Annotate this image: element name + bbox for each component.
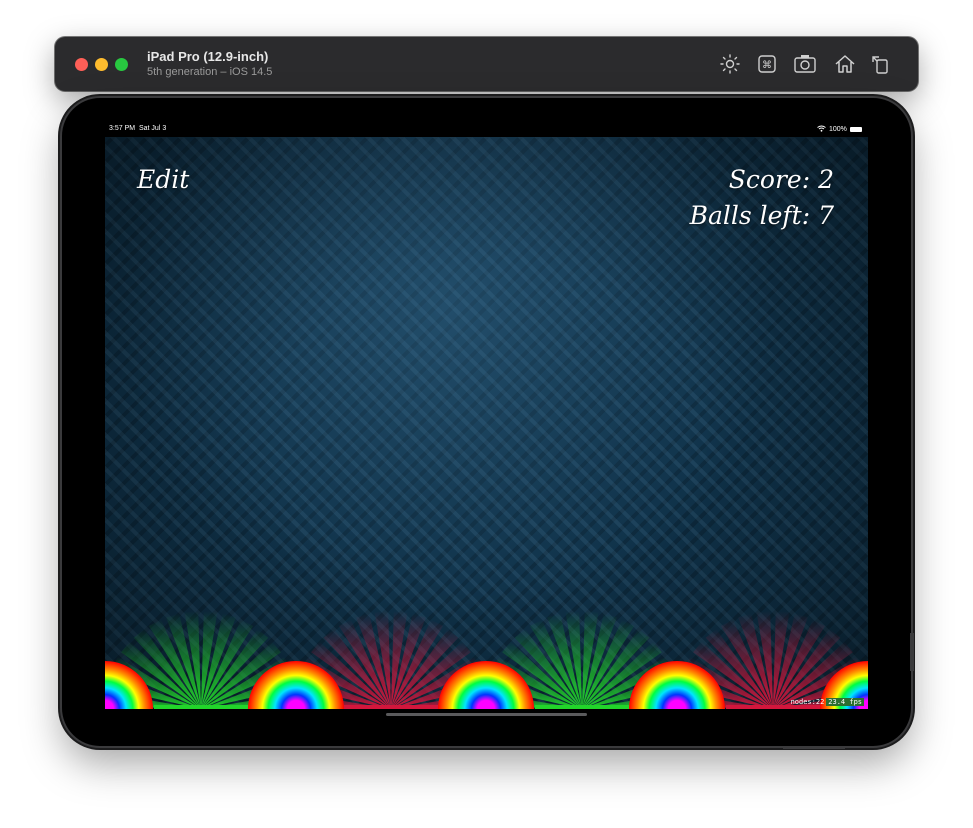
- device-subtitle: 5th generation – iOS 14.5: [147, 66, 273, 78]
- command-icon[interactable]: ⌘: [754, 51, 780, 77]
- status-bar-left: 3:57 PM Sat Jul 3: [109, 125, 166, 132]
- screenshot-icon[interactable]: [792, 51, 818, 77]
- slot-base: [344, 705, 438, 709]
- debug-overlay: nodes:22 23.4 fps: [789, 698, 864, 706]
- rainbow-bumper: [438, 661, 534, 709]
- rotate-icon[interactable]: [868, 51, 894, 77]
- status-date: Sat Jul 3: [138, 125, 167, 132]
- zoom-window-button[interactable]: [115, 58, 128, 71]
- brightness-icon[interactable]: [717, 51, 743, 77]
- edit-button[interactable]: Edit: [137, 165, 189, 194]
- battery-percent: 100%: [829, 126, 847, 133]
- score-label: Score: 2: [728, 165, 834, 194]
- device-title: iPad Pro (12.9-inch): [147, 49, 269, 64]
- fps-counter: 23.4 fps: [826, 698, 864, 706]
- slot-base: [535, 705, 629, 709]
- home-icon[interactable]: [832, 51, 858, 77]
- wifi-icon: [817, 125, 826, 134]
- simulator-toolbar: iPad Pro (12.9-inch) 5th generation – iO…: [55, 37, 918, 91]
- volume-button: [783, 746, 845, 749]
- rainbow-bumper: [629, 661, 725, 709]
- status-time: 3:57 PM: [109, 125, 136, 132]
- home-indicator[interactable]: [386, 713, 587, 716]
- side-button: [910, 633, 914, 671]
- svg-text:⌘: ⌘: [762, 60, 772, 71]
- game-screen[interactable]: Edit Score: 2 Balls left: 7 nodes:22 23.…: [105, 137, 868, 709]
- status-bar-right: 100%: [817, 125, 862, 134]
- balls-left-label: Balls left: 7: [689, 201, 834, 230]
- close-window-button[interactable]: [75, 58, 88, 71]
- minimize-window-button[interactable]: [95, 58, 108, 71]
- slot-base: [154, 705, 248, 709]
- slots-area: [105, 611, 868, 709]
- battery-icon: [849, 127, 862, 132]
- rainbow-bumper: [248, 661, 344, 709]
- node-count: nodes:22: [790, 698, 825, 706]
